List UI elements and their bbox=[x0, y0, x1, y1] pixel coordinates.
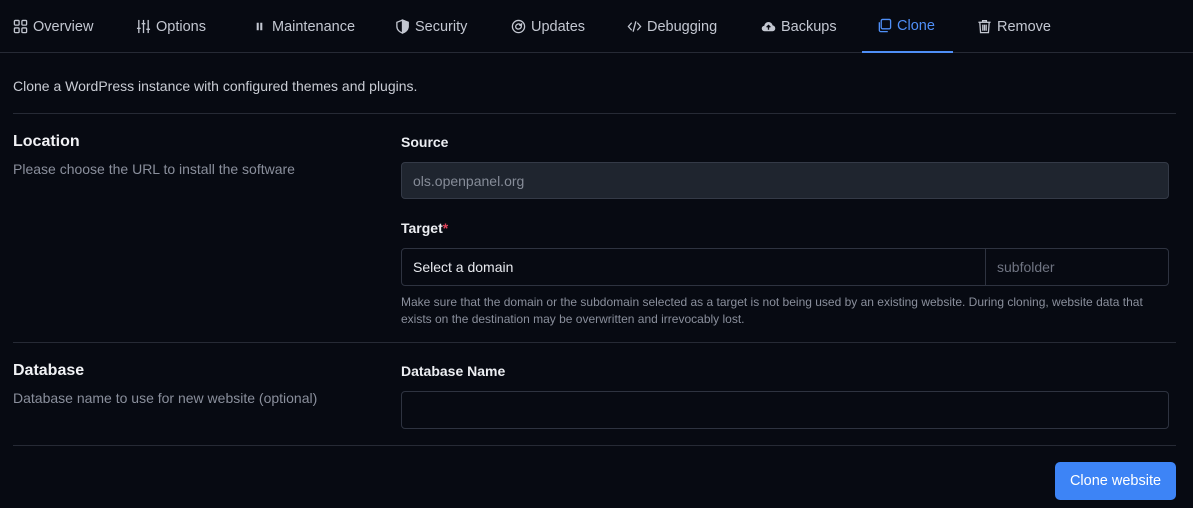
tab-maintenance[interactable]: Maintenance bbox=[248, 0, 359, 53]
tab-bar: Overview Options Maintenance Security Up… bbox=[0, 0, 1193, 53]
domain-select[interactable]: Select a domain bbox=[401, 248, 986, 286]
tab-label: Security bbox=[415, 18, 468, 35]
grid-icon bbox=[13, 19, 28, 34]
tab-label: Updates bbox=[531, 18, 586, 35]
tab-label: Clone bbox=[897, 17, 935, 34]
tab-overview[interactable]: Overview bbox=[9, 0, 97, 53]
divider bbox=[13, 113, 1176, 114]
cloud-upload-icon bbox=[761, 22, 776, 32]
domain-select-value: Select a domain bbox=[413, 259, 514, 275]
tab-label: Maintenance bbox=[272, 18, 356, 35]
location-title: Location bbox=[13, 133, 80, 150]
divider bbox=[13, 445, 1176, 446]
location-description: Please choose the URL to install the sof… bbox=[13, 161, 295, 177]
page-intro: Clone a WordPress instance with configur… bbox=[13, 78, 418, 94]
trash-icon bbox=[978, 20, 991, 34]
database-name-input[interactable] bbox=[401, 391, 1169, 429]
database-title: Database bbox=[13, 362, 85, 379]
database-name-label: Database Name bbox=[401, 363, 506, 379]
tab-updates[interactable]: Updates bbox=[507, 0, 589, 53]
pause-icon bbox=[256, 22, 263, 31]
tab-label: Debugging bbox=[647, 18, 718, 35]
tab-options[interactable]: Options bbox=[132, 0, 210, 53]
tab-security[interactable]: Security bbox=[391, 0, 471, 53]
required-marker: * bbox=[442, 220, 449, 236]
tab-debugging[interactable]: Debugging bbox=[623, 0, 721, 53]
tab-label: Backups bbox=[781, 18, 837, 35]
tab-label: Options bbox=[156, 18, 206, 35]
source-input[interactable] bbox=[401, 162, 1169, 199]
database-description: Database name to use for new website (op… bbox=[13, 390, 318, 406]
tab-label: Overview bbox=[33, 18, 94, 35]
copy-icon bbox=[878, 18, 892, 33]
target-label-text: Target bbox=[401, 220, 443, 236]
tab-clone[interactable]: Clone bbox=[862, 0, 953, 53]
refresh-icon bbox=[511, 19, 526, 34]
tab-label: Remove bbox=[997, 18, 1051, 35]
source-label: Source bbox=[401, 134, 449, 150]
target-label: Target* bbox=[401, 220, 448, 236]
subfolder-input[interactable] bbox=[985, 248, 1169, 286]
sliders-icon bbox=[136, 19, 151, 34]
divider bbox=[13, 342, 1176, 343]
clone-website-button[interactable]: Clone website bbox=[1055, 462, 1176, 500]
tab-remove[interactable]: Remove bbox=[973, 0, 1055, 53]
code-icon bbox=[627, 21, 642, 32]
tab-backups[interactable]: Backups bbox=[757, 0, 841, 53]
shield-icon bbox=[396, 19, 409, 34]
target-hint: Make sure that the domain or the subdoma… bbox=[401, 295, 1143, 326]
